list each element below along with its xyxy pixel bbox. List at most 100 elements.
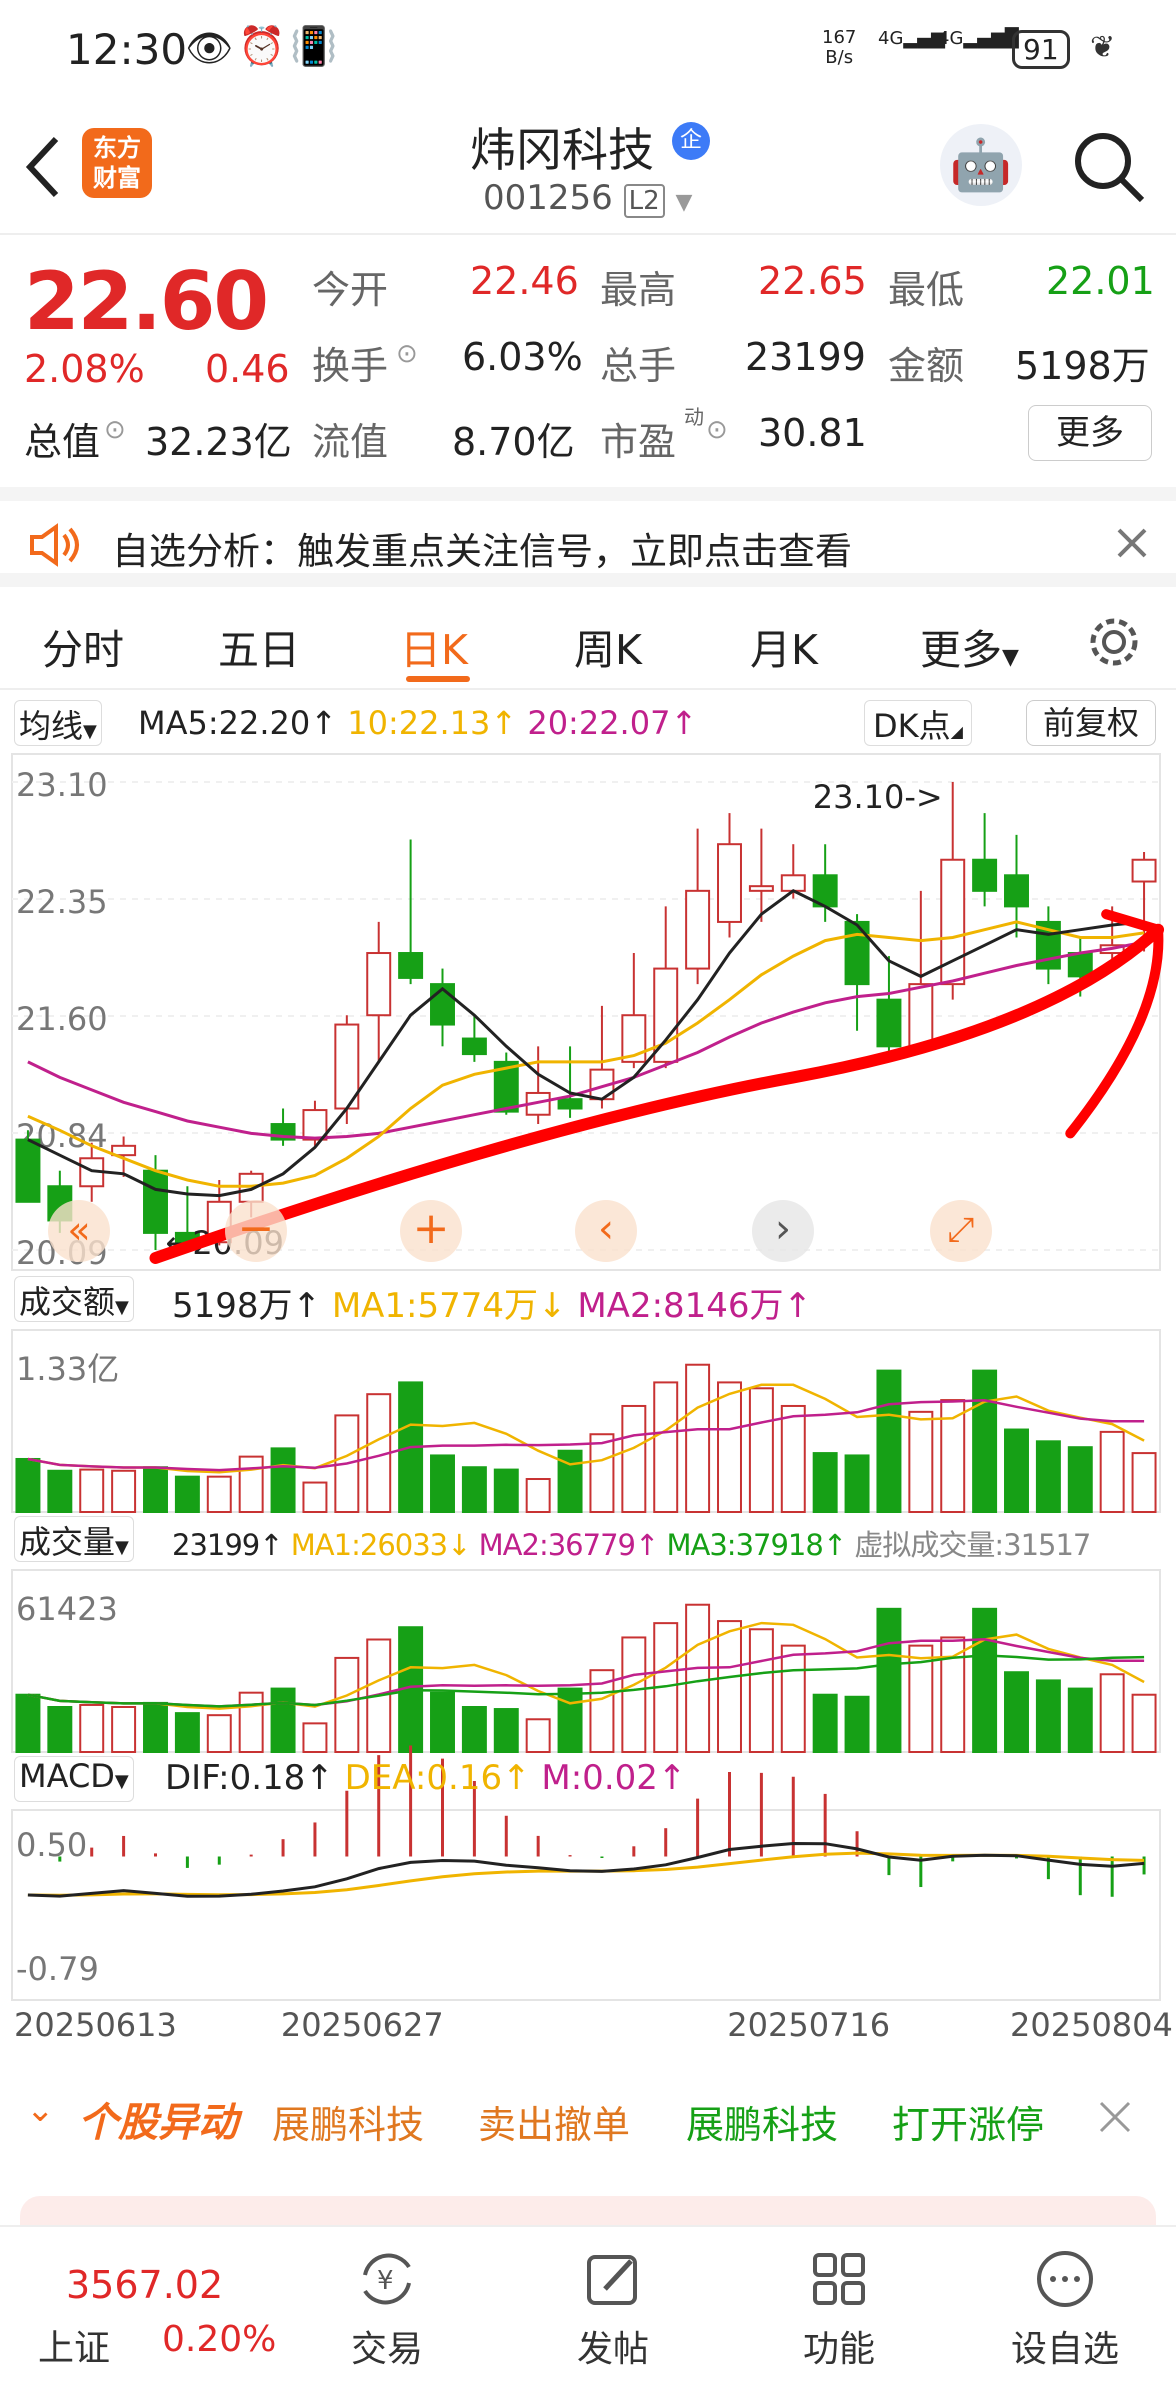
- amount-bar: [748, 1387, 774, 1513]
- amount-bar: [908, 1410, 934, 1514]
- search-icon[interactable]: [1070, 128, 1148, 206]
- candle-body: [717, 843, 742, 923]
- amount-bar: [15, 1457, 41, 1513]
- adjust-mode-button[interactable]: 前复权: [1026, 700, 1156, 746]
- nav-add-watchlist[interactable]: 设自选: [990, 2247, 1140, 2372]
- alert-item-3[interactable]: 展鹏科技: [686, 2094, 838, 2149]
- alert-item-2[interactable]: 卖出撤单: [478, 2094, 630, 2149]
- candle-body: [302, 1109, 328, 1141]
- amount-bar: [1035, 1440, 1061, 1513]
- notice-banner[interactable]: 自选分析：触发重点关注信号，立即点击查看: [0, 487, 1176, 587]
- ma20-legend: 20:22.07↑: [527, 704, 698, 742]
- chevron-down-icon[interactable]: ⌄: [26, 2090, 55, 2130]
- volume-bar: [79, 1703, 105, 1753]
- volume-bar: [1067, 1687, 1093, 1753]
- amount-indicator-selector[interactable]: 成交额▼: [14, 1276, 134, 1322]
- amount-bar: [812, 1452, 838, 1513]
- alert-title: 个股异动: [78, 2100, 238, 2146]
- nav-post[interactable]: 发帖: [538, 2247, 688, 2372]
- high-value: 22.65: [758, 259, 867, 303]
- fullscreen-icon[interactable]: ⤢: [930, 1200, 992, 1262]
- index-value[interactable]: 3567.02: [66, 2263, 223, 2307]
- volume-bar: [1035, 1679, 1061, 1754]
- volume-bar: [1004, 1671, 1029, 1754]
- turnover-info-icon[interactable]: ⊙: [396, 339, 418, 369]
- stock-code: 001256: [483, 178, 613, 218]
- tab-five-day[interactable]: 五日: [218, 616, 300, 676]
- info-icon[interactable]: ⊙: [104, 415, 126, 445]
- index-name[interactable]: 上证: [38, 2319, 110, 2371]
- tab-daily-k[interactable]: 日K: [400, 616, 468, 676]
- kline-chart-area[interactable]: 23.1022.3521.6020.8420.0923.10->←20.091.…: [0, 690, 1176, 2040]
- volume-bar: [717, 1620, 742, 1753]
- amount-bar: [844, 1454, 870, 1513]
- level-badge: L2: [623, 184, 665, 218]
- kline-chart[interactable]: 23.1022.3521.6020.8420.0923.10->←20.091.…: [0, 690, 1176, 2040]
- candle-body: [972, 858, 998, 892]
- pe-label: 市盈: [600, 420, 677, 464]
- volume-bar: [972, 1607, 998, 1753]
- more-icon: [1037, 2251, 1093, 2307]
- nav-trade[interactable]: ¥ 交易: [312, 2247, 462, 2372]
- amount-bar: [589, 1433, 615, 1513]
- volume-bar: [812, 1693, 838, 1754]
- more-quote-button[interactable]: 更多: [1028, 405, 1152, 461]
- index-change[interactable]: 0.20%: [162, 2319, 276, 2360]
- tab-intraday[interactable]: 分时: [42, 616, 124, 676]
- alarm-icon: ⏰: [238, 24, 286, 68]
- close-icon[interactable]: [1098, 2100, 1132, 2134]
- dea-line: [27, 1851, 1145, 1897]
- amount-bar: [111, 1469, 137, 1513]
- zoom-in-icon[interactable]: +: [400, 1200, 462, 1262]
- volume-bar: [111, 1706, 137, 1753]
- price-axis-label: 21.60: [16, 1000, 108, 1038]
- amount-value: 5198万: [1015, 344, 1150, 388]
- volume-bar: [461, 1706, 487, 1753]
- alert-item-1[interactable]: 展鹏科技: [272, 2094, 424, 2149]
- volume-bar: [876, 1607, 902, 1753]
- stock-code-row[interactable]: 001256 L2 ▼: [483, 178, 692, 218]
- tab-weekly-k[interactable]: 周K: [574, 616, 642, 676]
- float-label: 流值: [312, 420, 389, 464]
- volume-label: 总手: [600, 344, 677, 388]
- rewind-icon[interactable]: «: [48, 1200, 110, 1262]
- indicator-selector[interactable]: 均线▼: [14, 700, 102, 746]
- candle-body: [461, 1037, 487, 1056]
- volume-bar: [174, 1712, 200, 1753]
- alert-item-4[interactable]: 打开涨停: [892, 2094, 1044, 2149]
- pe-dynamic-mark: 动: [684, 405, 704, 429]
- volume-indicator-selector[interactable]: 成交量▼: [14, 1516, 134, 1562]
- volume-bar: [238, 1691, 264, 1754]
- dk-point-button[interactable]: DK点◢: [864, 700, 972, 746]
- amount-bar: [270, 1447, 296, 1513]
- tab-monthly-k[interactable]: 月K: [750, 616, 818, 676]
- candle-body: [15, 1138, 41, 1203]
- robot-assistant-icon[interactable]: 🤖: [940, 124, 1022, 206]
- previous-icon[interactable]: ‹: [575, 1200, 637, 1262]
- gear-icon[interactable]: [1086, 614, 1142, 670]
- notice-text: 自选分析：触发重点关注信号，立即点击查看: [112, 530, 852, 573]
- macd-indicator-selector[interactable]: MACD▼: [14, 1756, 134, 1802]
- zoom-out-icon[interactable]: −: [225, 1200, 287, 1262]
- nav-functions[interactable]: 功能: [764, 2247, 914, 2372]
- pe-info-icon[interactable]: ⊙: [706, 415, 728, 445]
- amount-bar: [461, 1466, 487, 1513]
- amount-bar: [525, 1478, 551, 1514]
- macd-axis-label: 0.50: [16, 1826, 87, 1864]
- back-icon[interactable]: [22, 135, 62, 199]
- caret-down-icon: ▼: [1002, 645, 1019, 670]
- volume-bar: [1131, 1693, 1157, 1754]
- volume-bar: [143, 1701, 168, 1754]
- close-icon[interactable]: [1116, 527, 1148, 559]
- stock-name: 炜冈科技: [470, 123, 654, 177]
- volume-bar: [748, 1628, 774, 1753]
- candle-body: [398, 952, 424, 979]
- volume-value: 23199: [745, 335, 866, 379]
- stock-alert-strip[interactable]: ⌄ 个股异动 展鹏科技 卖出撤单 展鹏科技 打开涨停: [0, 2060, 1176, 2180]
- tab-more[interactable]: 更多▼: [920, 616, 1019, 676]
- amount-bar: [174, 1475, 200, 1513]
- volume-axis-label: 1.33亿: [16, 1350, 119, 1388]
- volume-bar: [430, 1691, 455, 1754]
- amount-bar: [717, 1381, 742, 1514]
- next-icon[interactable]: ›: [752, 1200, 814, 1262]
